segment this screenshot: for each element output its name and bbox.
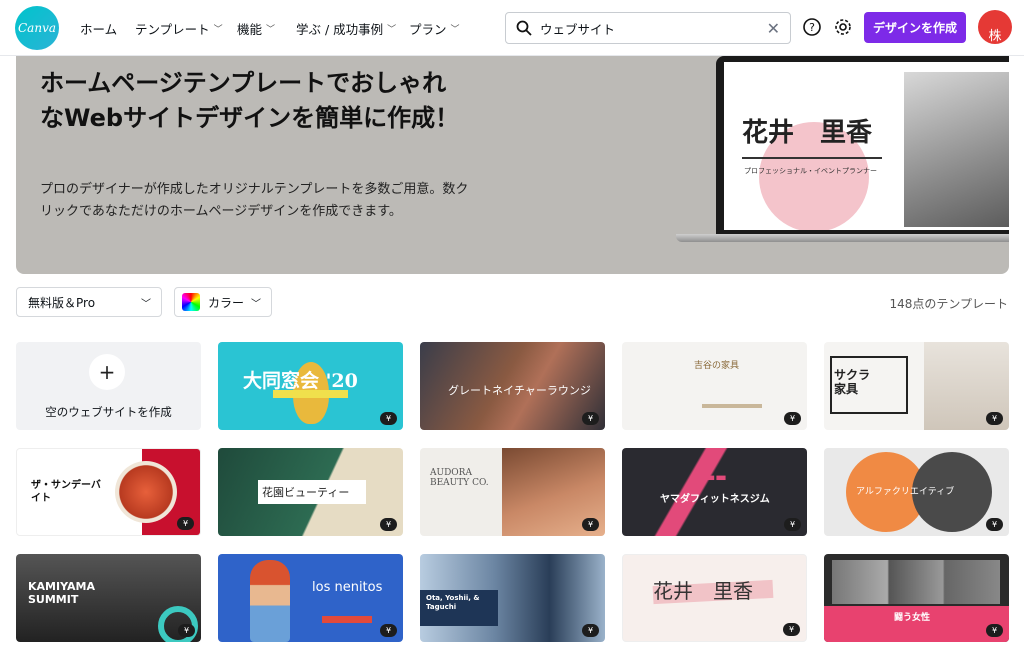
search-icon [516, 20, 532, 36]
nav-label: テンプレート [135, 21, 210, 37]
template-card[interactable]: KAMIYAMA SUMMIT ¥ [16, 554, 201, 642]
template-card[interactable]: グレートネイチャーラウンジ ¥ [420, 342, 605, 430]
pro-badge: ¥ [986, 412, 1003, 425]
template-title: 花園ビューティー [262, 486, 350, 499]
search-input[interactable]: ウェブサイト [540, 19, 767, 38]
template-title: 花井 里香 [653, 579, 753, 603]
create-blank-website-card[interactable]: + 空のウェブサイトを作成 [16, 342, 201, 430]
gear-icon[interactable] [833, 17, 853, 37]
teal-ring [158, 606, 198, 642]
pro-badge: ¥ [582, 412, 599, 425]
color-filter-dropdown[interactable]: カラー ﹀ [174, 287, 272, 317]
template-card[interactable]: 吉谷の家具 ¥ [622, 342, 807, 430]
pro-badge: ¥ [380, 624, 397, 637]
nav-features[interactable]: 機能 ﹀ [237, 0, 275, 56]
chevron-down-icon: ﹀ [450, 24, 460, 35]
avatar-initial: 株 [988, 29, 1002, 44]
template-title: ヤマダフィットネスジム [660, 494, 770, 505]
template-card[interactable]: 大同窓会 '20 ¥ [218, 342, 403, 430]
chevron-down-icon: ﹀ [266, 24, 276, 35]
template-card[interactable]: ザ・サンデーバイト ¥ [16, 448, 201, 536]
template-card[interactable]: 花井 里香 ¥ [622, 554, 807, 642]
create-blank-label: 空のウェブサイトを作成 [45, 405, 172, 419]
canva-logo[interactable]: Canva [15, 6, 59, 50]
create-design-button[interactable]: デザインを作成 [864, 12, 966, 43]
template-card[interactable]: 闘う女性 ¥ [824, 554, 1009, 642]
nav-plans[interactable]: プラン ﹀ [409, 0, 460, 56]
dumbbell-icon: ▬▬ [704, 470, 727, 484]
hero-banner: ホームページテンプレートでおしゃれなWebサイトデザインを簡単に作成！ プロのデ… [16, 56, 1009, 274]
template-title: 吉谷の家具 [694, 361, 740, 371]
laptop-base [676, 234, 1009, 242]
template-title: los nenitos [312, 580, 383, 595]
template-title: ザ・サンデーバイト [31, 480, 101, 504]
template-title: アルファクリエイティブ [856, 487, 955, 497]
laptop-screen: 花井 里香 プロフェッショナル・イベントプランナー [724, 62, 1009, 230]
template-card[interactable]: los nenitos ¥ [218, 554, 403, 642]
preview-divider [742, 157, 882, 159]
template-title: 闘う女性 [894, 613, 931, 623]
pro-badge: ¥ [783, 623, 800, 636]
template-title: KAMIYAMA SUMMIT [28, 580, 95, 606]
template-card[interactable]: ▬▬ ヤマダフィットネスジム ¥ [622, 448, 807, 536]
avatar[interactable]: 株 [978, 10, 1012, 44]
pro-badge: ¥ [178, 624, 195, 637]
food-plate-image [115, 461, 177, 523]
chevron-down-icon: ﹀ [251, 298, 261, 310]
template-title: 大同窓会 '20 [243, 370, 358, 392]
plus-icon: + [89, 354, 125, 390]
clear-search-icon[interactable]: ✕ [767, 19, 780, 38]
template-title: グレートネイチャーラウンジ [448, 384, 591, 397]
help-icon[interactable]: ? [802, 17, 822, 37]
pro-badge: ¥ [784, 518, 801, 531]
hero-description: プロのデザイナーが作成したオリジナルテンプレートを多数ご用意。数クリックであなた… [40, 182, 469, 219]
pro-badge: ¥ [380, 518, 397, 531]
template-title: AUDORA BEAUTY CO. [430, 468, 489, 488]
red-button-shape [322, 616, 372, 623]
template-card[interactable]: アルファクリエイティブ ¥ [824, 448, 1009, 536]
child-photo [250, 560, 290, 642]
nav-label: ホーム [80, 21, 118, 37]
pro-badge: ¥ [582, 624, 599, 637]
template-title: サクラ家具 [834, 368, 871, 396]
nav-home[interactable]: ホーム [80, 0, 117, 56]
photo-strip [832, 560, 1000, 604]
chevron-down-icon: ﹀ [387, 24, 397, 35]
chevron-down-icon: ﹀ [141, 298, 151, 310]
nav-templates[interactable]: テンプレート ﹀ [135, 0, 223, 56]
template-card[interactable]: Ota, Yoshii, & Taguchi ¥ [420, 554, 605, 642]
woman-photo [904, 72, 1009, 227]
template-card[interactable]: サクラ家具 ¥ [824, 342, 1009, 430]
hero-title: ホームページテンプレートでおしゃれなWebサイトデザインを簡単に作成！ [40, 69, 460, 132]
top-bar: Canva ホーム テンプレート ﹀ 機能 ﹀ 学ぶ / 成功事例 ﹀ プラン ﹀ ウェ… [0, 0, 1024, 56]
svg-text:?: ? [809, 21, 815, 34]
nav-label: 機能 [237, 21, 263, 37]
pro-badge: ¥ [582, 518, 599, 531]
plan-filter-dropdown[interactable]: 無料版＆Pro ﹀ [16, 287, 162, 317]
color-swatch-icon [182, 293, 200, 311]
pro-badge: ¥ [986, 624, 1003, 637]
nav-label: 学ぶ / 成功事例 [296, 21, 384, 37]
pro-badge: ¥ [380, 412, 397, 425]
logo-text: Canva [18, 21, 56, 35]
preview-name: 花井 里香 [742, 118, 873, 148]
result-count: 148点のテンプレート [889, 297, 1008, 311]
pro-badge: ¥ [986, 518, 1003, 531]
laptop-preview-image: 花井 里香 プロフェッショナル・イベントプランナー [676, 56, 1009, 274]
nav-label: プラン [409, 21, 447, 37]
yellow-banner [273, 390, 348, 398]
nav-learn[interactable]: 学ぶ / 成功事例 ﹀ [296, 0, 396, 56]
desk-image [702, 404, 762, 408]
search-box[interactable]: ウェブサイト ✕ [505, 12, 791, 44]
template-card[interactable]: AUDORA BEAUTY CO. ¥ [420, 448, 605, 536]
plan-filter-label: 無料版＆Pro [28, 295, 96, 310]
pro-badge: ¥ [177, 517, 194, 530]
template-card[interactable]: 花園ビューティー ¥ [218, 448, 403, 536]
template-title: Ota, Yoshii, & Taguchi [426, 594, 480, 611]
color-filter-label: カラー [208, 295, 245, 310]
pro-badge: ¥ [784, 412, 801, 425]
chevron-down-icon: ﹀ [213, 24, 223, 35]
preview-subtitle: プロフェッショナル・イベントプランナー [744, 167, 877, 175]
